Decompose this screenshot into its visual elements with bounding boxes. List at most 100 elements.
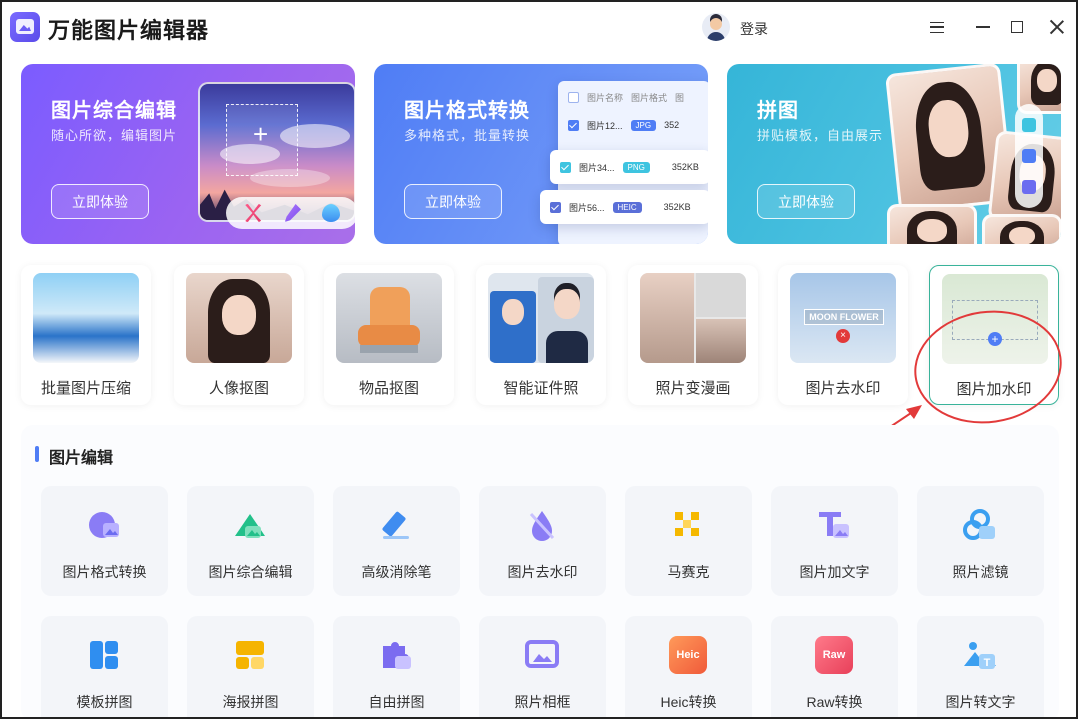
poster-collage-icon bbox=[236, 641, 264, 669]
feature-batch-compress[interactable]: 批量图片压缩 bbox=[21, 265, 151, 405]
tool-image-to-text[interactable]: T 图片转文字 bbox=[917, 616, 1044, 717]
user-avatar[interactable] bbox=[702, 13, 730, 41]
app-title: 万能图片编辑器 bbox=[48, 18, 210, 43]
checkbox-icon bbox=[550, 201, 561, 213]
photo-filter-icon bbox=[963, 509, 995, 540]
try-now-button[interactable]: 立即体验 bbox=[51, 184, 149, 219]
banner-comprehensive-edit[interactable]: 图片综合编辑 随心所欲，编辑图片 立即体验 bbox=[21, 64, 355, 244]
tool-label: 模板拼图 bbox=[76, 694, 133, 710]
collage-photo bbox=[982, 214, 1061, 244]
comic-thumb bbox=[640, 273, 746, 363]
try-now-button[interactable]: 立即体验 bbox=[757, 184, 855, 219]
tool-format-convert[interactable]: 图片格式转换 bbox=[41, 486, 168, 596]
svg-text:T: T bbox=[984, 657, 991, 669]
tool-label: 图片加文字 bbox=[799, 564, 870, 580]
feature-portrait-cutout[interactable]: 人像抠图 bbox=[174, 265, 304, 405]
tool-photo-filter[interactable]: 照片滤镜 bbox=[917, 486, 1044, 596]
collage-photo bbox=[887, 204, 977, 244]
compress-photo-thumb bbox=[33, 273, 139, 363]
banner-format-convert[interactable]: 图片格式转换 多种格式，批量转换 立即体验 图片名称 图片格式 图 图片12..… bbox=[374, 64, 708, 244]
feature-label: 照片变漫画 bbox=[655, 380, 731, 397]
feature-id-photo[interactable]: 智能证件照 bbox=[476, 265, 606, 405]
section-title: 图片编辑 bbox=[49, 450, 114, 467]
tool-label: 马赛克 bbox=[667, 564, 710, 580]
file-size: 352KB bbox=[663, 202, 691, 212]
stack-icon bbox=[1022, 179, 1036, 194]
tool-label: 照片相框 bbox=[514, 694, 571, 710]
banner-title: 图片格式转换 bbox=[404, 100, 530, 122]
tool-label: 自由拼图 bbox=[368, 694, 425, 710]
mosaic-icon bbox=[675, 512, 699, 536]
file-size: 352KB bbox=[671, 162, 699, 172]
format-tag: PNG bbox=[622, 161, 650, 173]
feature-label: 物品抠图 bbox=[358, 380, 419, 397]
file-table-row-card: 图片56... HEIC 352KB bbox=[540, 190, 708, 224]
table-header: 图 bbox=[675, 92, 685, 103]
tool-add-text[interactable]: 图片加文字 bbox=[771, 486, 898, 596]
watermark-remove-icon bbox=[529, 511, 555, 541]
watermark-thumb: MOON FLOWER × bbox=[790, 273, 896, 363]
checkbox-icon bbox=[568, 119, 579, 131]
scissors-icon bbox=[244, 204, 263, 222]
maximize-button[interactable] bbox=[1004, 14, 1030, 40]
grid-icon bbox=[1022, 118, 1036, 133]
banner-title: 拼图 bbox=[757, 100, 799, 122]
eraser-pen-icon bbox=[382, 511, 409, 539]
free-collage-icon bbox=[383, 642, 411, 669]
image-to-text-icon: T bbox=[964, 642, 996, 669]
brush-icon bbox=[284, 204, 301, 222]
tool-photo-frame[interactable]: 照片相框 bbox=[479, 616, 606, 717]
feature-label: 智能证件照 bbox=[503, 380, 579, 397]
hamburger-icon bbox=[930, 21, 944, 33]
feature-remove-watermark[interactable]: MOON FLOWER × 图片去水印 bbox=[778, 265, 908, 405]
login-link[interactable]: 登录 bbox=[740, 19, 768, 39]
tool-heic-convert[interactable]: Heic Heic转换 bbox=[625, 616, 752, 717]
tool-mosaic[interactable]: 马赛克 bbox=[625, 486, 752, 596]
banner-subtitle: 多种格式，批量转换 bbox=[404, 128, 531, 143]
feature-label: 图片去水印 bbox=[805, 380, 881, 397]
feature-photo-to-comic[interactable]: 照片变漫画 bbox=[628, 265, 758, 405]
banner-title: 图片综合编辑 bbox=[51, 100, 177, 122]
tool-raw-convert[interactable]: Raw Raw转换 bbox=[771, 616, 898, 717]
portrait-thumb bbox=[186, 273, 292, 363]
object-thumb bbox=[336, 273, 442, 363]
delete-icon: × bbox=[836, 329, 850, 343]
tool-eraser-pen[interactable]: 高级消除笔 bbox=[333, 486, 460, 596]
raw-convert-icon: Raw bbox=[815, 636, 853, 674]
tool-label: 图片格式转换 bbox=[62, 564, 147, 580]
tool-label: Raw转换 bbox=[806, 694, 863, 710]
banner-subtitle: 随心所欲，编辑图片 bbox=[51, 128, 178, 143]
feature-object-cutout[interactable]: 物品抠图 bbox=[324, 265, 454, 405]
format-tag: JPG bbox=[630, 119, 657, 131]
minimize-button[interactable] bbox=[970, 14, 996, 40]
add-text-icon bbox=[819, 512, 849, 538]
try-now-button[interactable]: 立即体验 bbox=[404, 184, 502, 219]
file-table-row-card: 图片34... PNG 352KB bbox=[550, 150, 708, 184]
tool-label: 图片转文字 bbox=[945, 694, 1016, 710]
tool-comprehensive-edit[interactable]: 图片综合编辑 bbox=[187, 486, 314, 596]
tool-remove-watermark[interactable]: 图片去水印 bbox=[479, 486, 606, 596]
banner-collage[interactable]: 拼图 拼贴模板，自由展示 立即体验 bbox=[727, 64, 1061, 244]
checkbox-icon bbox=[568, 91, 579, 103]
section-accent bbox=[35, 446, 39, 462]
tool-poster-collage[interactable]: 海报拼图 bbox=[187, 616, 314, 717]
id-photo-thumb bbox=[488, 273, 594, 363]
file-name: 图片12... bbox=[587, 120, 623, 131]
file-name: 图片34... bbox=[579, 162, 615, 173]
app-logo-icon bbox=[10, 12, 40, 42]
menu-button[interactable] bbox=[924, 14, 950, 40]
table-header: 图片格式 bbox=[631, 92, 668, 103]
banner-subtitle: 拼贴模板，自由展示 bbox=[757, 128, 884, 143]
tool-label: Heic转换 bbox=[660, 694, 717, 710]
tool-template-collage[interactable]: 模板拼图 bbox=[41, 616, 168, 717]
selection-box bbox=[226, 104, 298, 176]
file-name: 图片56... bbox=[569, 202, 605, 213]
template-collage-icon bbox=[90, 641, 118, 669]
maximize-icon bbox=[1011, 21, 1023, 33]
tool-label: 海报拼图 bbox=[222, 694, 279, 710]
tool-free-collage[interactable]: 自由拼图 bbox=[333, 616, 460, 717]
minimize-icon bbox=[976, 26, 990, 28]
close-button[interactable] bbox=[1044, 14, 1070, 40]
title-bar: 万能图片编辑器 登录 bbox=[2, 2, 1076, 54]
tool-label: 图片综合编辑 bbox=[208, 564, 293, 580]
